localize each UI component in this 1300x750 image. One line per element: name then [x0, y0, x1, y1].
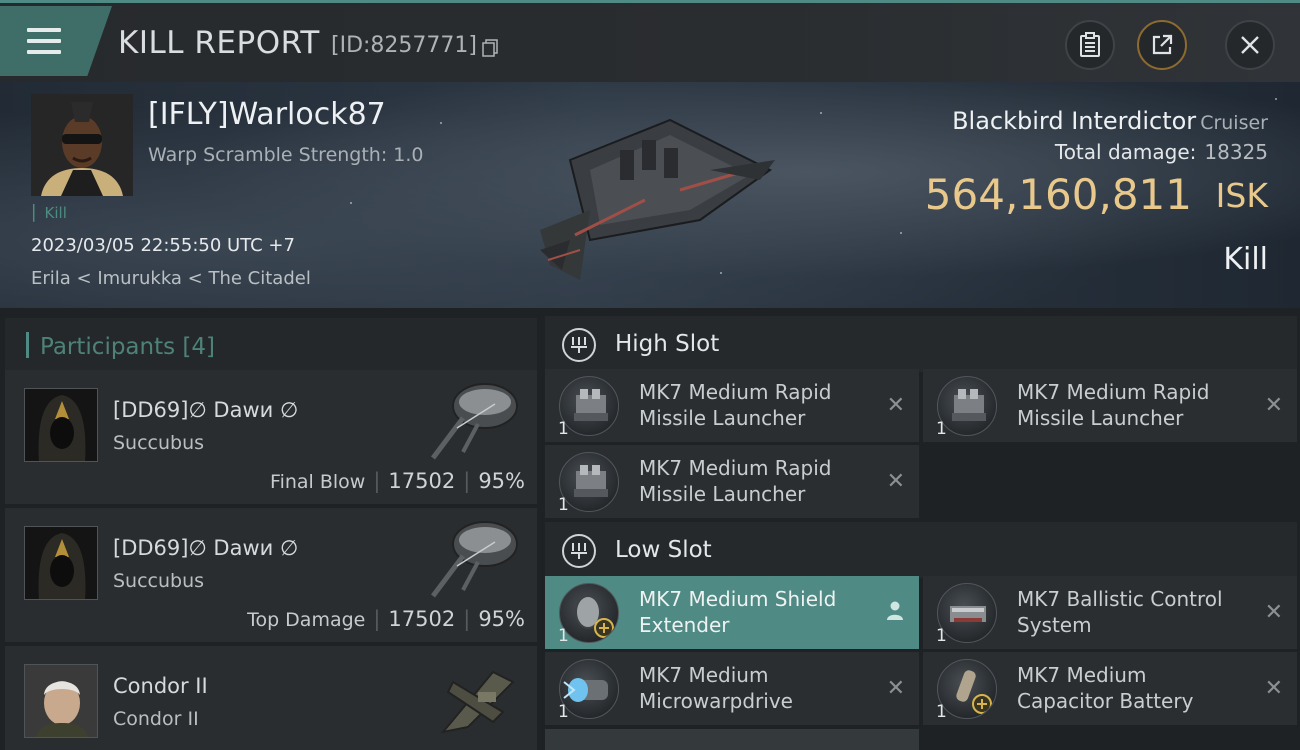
- person-icon[interactable]: [885, 600, 905, 622]
- x-icon[interactable]: ✕: [1265, 393, 1283, 418]
- module-quantity: 1: [558, 419, 569, 439]
- participants-count: [4]: [182, 334, 216, 360]
- participant-role: Top Damage: [247, 609, 366, 631]
- total-damage: Total damage: 18325: [1055, 140, 1268, 164]
- result-label: Kill: [1223, 242, 1268, 277]
- participant-name[interactable]: [DD69]∅ Dawи ∅: [113, 536, 298, 560]
- participant-avatar: [24, 388, 98, 462]
- report-id: [ID:8257771]: [331, 33, 477, 58]
- participant-ship-image: [440, 670, 515, 734]
- x-icon[interactable]: ✕: [887, 393, 905, 418]
- kill-tag-label: Kill: [44, 204, 67, 222]
- total-damage-label: Total damage:: [1054, 140, 1197, 164]
- participant-damage: 17502: [388, 469, 456, 493]
- x-icon[interactable]: ✕: [887, 469, 905, 494]
- fitting-panel: High Slot 1 MK7 Medium Rapid Missile Lau…: [542, 308, 1300, 750]
- participants-title: Participants [4]: [40, 334, 215, 360]
- victim-ship-image: [540, 118, 775, 280]
- slot-shield-icon: [562, 534, 596, 568]
- high-slot-label: High Slot: [615, 331, 720, 357]
- module-quantity: 1: [936, 419, 947, 439]
- module-item[interactable]: 1 MK7 Medium Rapid Missile Launcher ✕: [923, 369, 1297, 442]
- module-quantity: 1: [936, 702, 947, 722]
- participants-panel: Participants [4] [DD69]∅ Dawи ∅ Succubus…: [0, 308, 542, 750]
- hamburger-icon: [27, 28, 61, 54]
- close-icon: [1241, 36, 1259, 54]
- module-name: MK7 Medium Capacitor Battery: [1017, 663, 1194, 713]
- participant-stats: Final Blow | 17502 | 95%: [270, 469, 525, 493]
- ship-name-label[interactable]: Blackbird Interdictor: [952, 107, 1196, 135]
- module-name: MK7 Ballistic Control System: [1017, 587, 1223, 637]
- participant-name[interactable]: Condor II: [113, 674, 208, 698]
- participant-percent: 95%: [478, 607, 525, 631]
- module-name: MK7 Medium Microwarpdrive: [639, 663, 793, 713]
- share-button[interactable]: [1137, 20, 1187, 70]
- high-slot-header: High Slot: [545, 316, 1297, 372]
- module-item[interactable]: 1 MK7 Medium Rapid Missile Launcher ✕: [545, 445, 919, 518]
- participant-avatar: [24, 664, 98, 738]
- header-bar: KILL REPORT [ID:8257771]: [0, 0, 1300, 82]
- x-icon[interactable]: ✕: [1265, 600, 1283, 625]
- kill-summary: [IFLY]Warlock87 Warp Scramble Strength: …: [0, 82, 1300, 308]
- participant-percent: 95%: [478, 469, 525, 493]
- low-slot-label: Low Slot: [615, 537, 712, 563]
- share-icon: [1152, 34, 1173, 55]
- module-name: MK7 Medium Rapid Missile Launcher: [639, 456, 832, 506]
- victim-ship-name: Blackbird Interdictor Cruiser: [952, 107, 1268, 135]
- participants-title-label: Participants: [40, 334, 176, 360]
- module-item[interactable]: 1 MK7 Ballistic Control System ✕: [923, 576, 1297, 649]
- low-slot-header: Low Slot: [545, 522, 1297, 578]
- module-quantity: 1: [558, 626, 569, 646]
- participant-card[interactable]: [DD69]∅ Dawи ∅ Succubus Top Damage | 17502…: [5, 508, 537, 642]
- kill-location[interactable]: Erila < Imurukka < The Citadel: [31, 268, 311, 289]
- module-name: MK7 Medium Rapid Missile Launcher: [639, 380, 832, 430]
- isk-unit: ISK: [1215, 176, 1268, 215]
- copy-icon[interactable]: [482, 39, 498, 57]
- menu-button[interactable]: [0, 6, 112, 76]
- module-item[interactable]: 1 MK7 Medium Microwarpdrive ✕: [545, 652, 919, 725]
- module-name: MK7 Medium Shield Extender: [639, 587, 837, 637]
- kill-tag: ▏Kill: [33, 204, 67, 222]
- module-quantity: 1: [936, 626, 947, 646]
- module-quantity: 1: [558, 702, 569, 722]
- participant-ship: Condor II: [113, 708, 199, 730]
- participant-avatar: [24, 526, 98, 600]
- participant-card[interactable]: Condor II Condor II: [5, 646, 537, 750]
- participant-role: Final Blow: [270, 471, 366, 493]
- clipboard-button[interactable]: [1065, 20, 1115, 70]
- x-icon[interactable]: ✕: [1265, 676, 1283, 701]
- participant-damage: 17502: [388, 607, 456, 631]
- module-name: MK7 Medium Rapid Missile Launcher: [1017, 380, 1210, 430]
- participant-ship-image: [431, 521, 518, 598]
- section-accent-bar: [26, 332, 29, 358]
- kill-timestamp: 2023/03/05 22:55:50 UTC +7: [31, 235, 295, 256]
- participant-stats: Top Damage | 17502 | 95%: [247, 607, 525, 631]
- x-icon[interactable]: ✕: [887, 676, 905, 701]
- isk-value: 564,160,811: [924, 170, 1192, 219]
- participant-name[interactable]: [DD69]∅ Dawи ∅: [113, 398, 298, 422]
- victim-stat-line: Warp Scramble Strength: 1.0: [148, 144, 424, 166]
- participant-ship: Succubus: [113, 432, 205, 454]
- victim-avatar[interactable]: [31, 94, 133, 196]
- participant-card[interactable]: [DD69]∅ Dawи ∅ Succubus Final Blow | 17502…: [5, 370, 537, 504]
- total-damage-value: 18325: [1204, 140, 1268, 164]
- module-item[interactable]: 1 MK7 Medium Rapid Missile Launcher ✕: [545, 369, 919, 442]
- clipboard-icon: [1080, 32, 1100, 57]
- participants-header: Participants [4]: [5, 318, 537, 370]
- module-item[interactable]: 1 MK7 Medium Capacitor Battery ✕: [923, 652, 1297, 725]
- page-title: KILL REPORT: [118, 25, 320, 61]
- ship-class: Cruiser: [1200, 112, 1268, 134]
- module-item-selected[interactable]: 1 MK7 Medium Shield Extender: [545, 576, 919, 649]
- participant-ship-image: [431, 383, 518, 460]
- slot-shield-icon: [562, 328, 596, 362]
- victim-pilot-name[interactable]: [IFLY]Warlock87: [148, 97, 386, 132]
- module-quantity: 1: [558, 495, 569, 515]
- close-button[interactable]: [1225, 20, 1275, 70]
- module-item-partial[interactable]: [545, 729, 919, 750]
- participant-ship: Succubus: [113, 570, 205, 592]
